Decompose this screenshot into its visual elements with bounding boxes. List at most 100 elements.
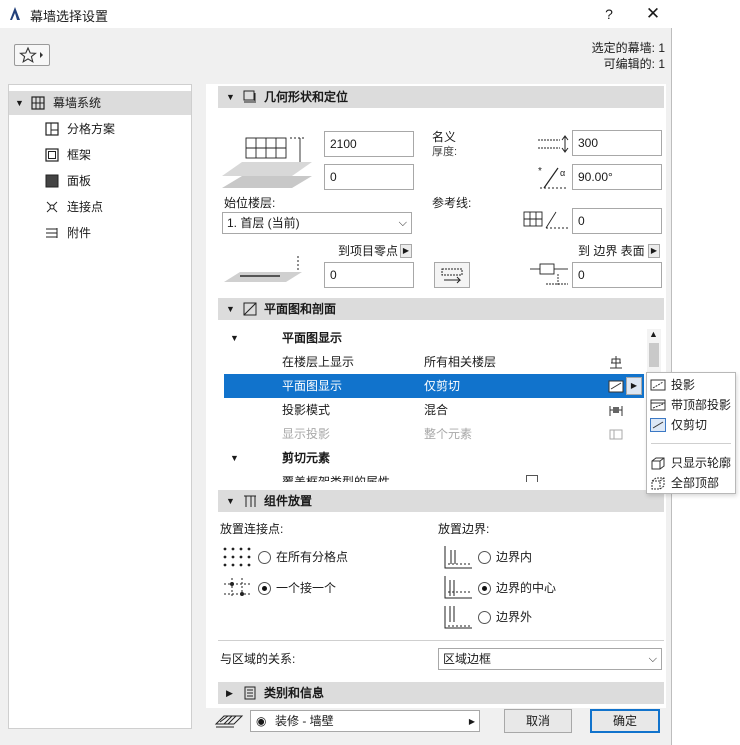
wall-height-diagram-icon — [222, 137, 312, 188]
boundary-outside-icon — [444, 606, 472, 629]
dialog-window: 幕墙选择设置 ? ✕ 选定的幕墙: 1 可编辑的: 1 ▼ 幕墙系统 分格方案 … — [0, 0, 672, 745]
chevron-down-icon: ⌵ — [398, 217, 407, 229]
tree-item-junction[interactable]: 连接点 — [9, 195, 191, 219]
project-zero-diagram-icon — [224, 256, 302, 282]
collapse-icon[interactable]: ▼ — [226, 298, 235, 320]
collapse-icon[interactable]: ▼ — [226, 490, 235, 512]
outline-only-icon — [651, 457, 665, 470]
help-button[interactable]: ? — [598, 4, 620, 24]
ok-button[interactable]: 确定 — [590, 709, 660, 733]
collapse-icon[interactable]: ▼ — [226, 86, 235, 108]
angle-input[interactable]: 90.00° — [572, 164, 662, 190]
settings-content: ▼ 几何形状和定位 2100 0 始位楼层: 1. 首层 (当前) ⌵ 到项目零… — [206, 84, 666, 708]
home-story-value: 1. 首层 (当前) — [227, 216, 300, 230]
override-checkbox[interactable] — [526, 475, 538, 482]
tree-item-accessory[interactable]: 附件 — [9, 221, 191, 245]
expand-icon[interactable]: ▶ — [226, 682, 233, 704]
section-geometry-header[interactable]: ▼ 几何形状和定位 — [218, 86, 664, 108]
title-bar: 幕墙选择设置 ? ✕ — [0, 0, 672, 28]
reference-offset-input[interactable]: 0 — [572, 208, 662, 234]
menu-item-projected[interactable]: 投影 — [647, 375, 735, 395]
layer-select[interactable]: ◉ 装修 - 墙壁 ▶ — [250, 710, 480, 732]
flip-direction-button[interactable] — [434, 262, 470, 288]
junction-placement-label: 放置连接点: — [220, 522, 284, 536]
accessory-icon — [46, 228, 58, 238]
scroll-up-icon[interactable]: ▲ — [649, 329, 658, 339]
menu-item-cut-only[interactable]: 仅剪切 — [647, 415, 735, 435]
panel-icon — [45, 174, 59, 188]
project-zero-input[interactable]: 0 — [324, 262, 414, 288]
tree-item-label: 框架 — [67, 148, 92, 162]
tree-item-frame[interactable]: 框架 — [9, 143, 191, 167]
menu-item-overhead-all[interactable]: 全部顶部 — [647, 473, 735, 493]
collapse-icon[interactable]: ▼ — [230, 326, 239, 350]
tree-item-label: 连接点 — [67, 200, 104, 214]
cancel-button[interactable]: 取消 — [504, 709, 572, 733]
boundary-menu-button[interactable]: ▶ — [648, 244, 660, 258]
junction-all-radio[interactable] — [258, 551, 271, 564]
floorplan-section-icon — [243, 302, 257, 316]
tree-item-panel[interactable]: 面板 — [9, 169, 191, 193]
property-row-projection-mode[interactable]: 投影模式 混合 — [224, 398, 644, 422]
menu-item-label: 带顶部投影 — [671, 398, 732, 412]
menu-item-outline-only[interactable]: 只显示轮廓 — [647, 453, 735, 473]
property-row-show-on-stories[interactable]: 在楼层上显示 所有相关楼层 — [224, 350, 644, 374]
group-cut-elements[interactable]: ▼ 剪切元素 — [224, 446, 644, 470]
thickness-label: 厚度: — [432, 146, 458, 158]
menu-item-projected-with-top[interactable]: 带顶部投影 — [647, 395, 735, 415]
junction-icon — [46, 201, 58, 213]
menu-item-label: 只显示轮廓 — [671, 456, 732, 470]
property-row-override-frame[interactable]: 覆盖框架类型的属性 — [224, 470, 644, 482]
collapse-icon[interactable]: ▼ — [230, 446, 239, 470]
boundary-center-icon — [444, 576, 472, 599]
section-title: 几何形状和定位 — [264, 90, 349, 104]
angle-icon: α * — [538, 166, 566, 189]
boundary-inside-radio[interactable] — [478, 551, 491, 564]
tree-item-curtain-wall-system[interactable]: ▼ 幕墙系统 — [9, 91, 191, 115]
section-floorplan-header[interactable]: ▼ 平面图和剖面 — [218, 298, 664, 320]
placement-icon — [244, 495, 256, 507]
geometry-icon — [243, 90, 256, 103]
floorplan-display-popup-menu: 投影 带顶部投影 仅剪切 只显示轮廓 全部顶部 — [646, 372, 736, 494]
tree-toggle-icon[interactable]: ▼ — [15, 91, 24, 115]
bottom-offset-input[interactable]: 0 — [324, 164, 414, 190]
layer-icon — [214, 715, 244, 728]
app-logo-icon — [10, 7, 20, 20]
group-floorplan-display[interactable]: ▼ 平面图显示 — [224, 326, 644, 350]
tree-item-scheme[interactable]: 分格方案 — [9, 117, 191, 141]
section-category-header[interactable]: ▶ 类别和信息 — [218, 682, 664, 704]
property-row-show-projection: 显示投影 整个元素 — [224, 422, 644, 446]
home-story-select[interactable]: 1. 首层 (当前) ⌵ — [222, 212, 412, 234]
section-placement-header[interactable]: ▼ 组件放置 — [218, 490, 664, 512]
scroll-thumb[interactable] — [649, 343, 659, 367]
property-value: 整个元素 — [424, 427, 473, 441]
window-title: 幕墙选择设置 — [30, 9, 109, 24]
property-name: 显示投影 — [282, 427, 331, 441]
junction-one-by-one-radio[interactable] — [258, 582, 271, 595]
property-row-floorplan-display[interactable]: 平面图显示 仅剪切 — [224, 374, 644, 398]
boundary-center-label: 边界的中心 — [496, 581, 557, 595]
settings-tree: ▼ 幕墙系统 分格方案 框架 面板 连接点 附件 — [8, 84, 192, 729]
boundary-center-radio[interactable] — [478, 582, 491, 595]
group-label: 剪切元素 — [282, 451, 331, 465]
reference-line-label: 参考线: — [432, 196, 472, 210]
thickness-input[interactable]: 300 — [572, 130, 662, 156]
property-value: 所有相关楼层 — [424, 355, 497, 369]
curtain-wall-icon — [31, 96, 45, 110]
height-input[interactable]: 2100 — [324, 131, 414, 157]
reference-line-icon — [523, 211, 568, 229]
close-button[interactable]: ✕ — [640, 3, 666, 25]
cut-only-icon — [650, 418, 666, 432]
favorites-button[interactable] — [14, 44, 50, 66]
flip-icon — [441, 268, 463, 284]
menu-separator — [651, 443, 731, 444]
boundary-outside-radio[interactable] — [478, 611, 491, 624]
floorplan-display-menu-button[interactable]: ▶ — [626, 377, 642, 395]
project-zero-menu-button[interactable]: ▶ — [400, 244, 412, 258]
show-projection-icon — [609, 429, 623, 440]
selected-count: 选定的幕墙: 1 — [591, 41, 665, 55]
zone-relation-select[interactable]: 区域边框 ⌵ — [438, 648, 662, 670]
zone-relation-value: 区域边框 — [443, 652, 492, 666]
projection-mode-icon — [609, 406, 623, 416]
boundary-offset-input[interactable]: 0 — [572, 262, 662, 288]
